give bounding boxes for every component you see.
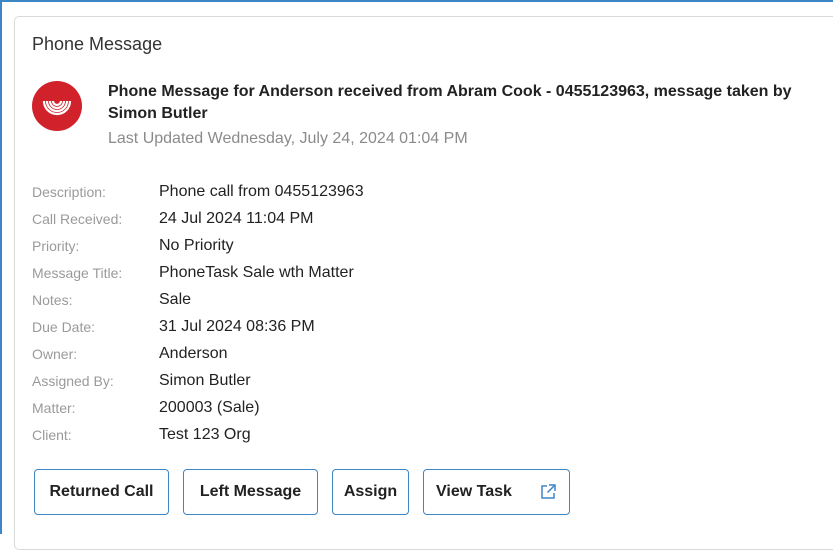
detail-label: Client: [32,426,72,443]
detail-label: Due Date: [32,318,96,335]
detail-row-client: Client: Test 123 Org [32,421,364,448]
detail-row-description: Description: Phone call from 0455123963 [32,178,364,205]
detail-row-notes: Notes: Sale [32,286,364,313]
detail-value: Sale [159,290,192,308]
detail-value: Phone call from 0455123963 [159,182,364,200]
panel-frame: Phone Message Phone Message for Anderson… [0,0,833,550]
detail-value: No Priority [159,236,234,254]
detail-row-matter: Matter: 200003 (Sale) [32,394,364,421]
detail-label: Assigned By: [32,372,114,389]
detail-row-assigned-by: Assigned By: Simon Butler [32,367,364,394]
message-headline: Phone Message for Anderson received from… [108,83,792,122]
view-task-button[interactable]: View Task [423,469,570,515]
detail-label: Call Received: [32,210,123,227]
detail-label: Matter: [32,399,76,416]
action-buttons: Returned Call Left Message Assign View T… [34,469,570,515]
external-link-icon [539,483,557,501]
detail-row-priority: Priority: No Priority [32,232,364,259]
returned-call-button[interactable]: Returned Call [34,469,169,515]
left-message-button[interactable]: Left Message [183,469,318,515]
detail-label: Notes: [32,291,73,308]
detail-label: Owner: [32,345,78,362]
phone-message-card: Phone Message Phone Message for Anderson… [14,16,833,550]
last-updated-text: Last Updated Wednesday, July 24, 2024 01… [108,130,468,147]
card-title: Phone Message [32,34,163,54]
detail-row-call-received: Call Received: 24 Jul 2024 11:04 PM [32,205,364,232]
detail-value: 24 Jul 2024 11:04 PM [159,209,314,227]
detail-row-owner: Owner: Anderson [32,340,364,367]
detail-value: Simon Butler [159,371,251,389]
detail-value: PhoneTask Sale wth Matter [159,263,354,281]
assign-button[interactable]: Assign [332,469,409,515]
detail-value: Test 123 Org [159,425,251,443]
detail-label: Priority: [32,237,80,254]
message-details: Description: Phone call from 0455123963 … [32,178,364,448]
phone-message-logo-icon [32,81,82,131]
detail-value: 31 Jul 2024 08:36 PM [159,317,315,335]
detail-value: 200003 (Sale) [159,398,260,416]
detail-label: Message Title: [32,264,123,281]
detail-label: Description: [32,183,106,200]
detail-row-due-date: Due Date: 31 Jul 2024 08:36 PM [32,313,364,340]
view-task-label: View Task [436,483,512,500]
detail-row-message-title: Message Title: PhoneTask Sale wth Matter [32,259,364,286]
detail-value: Anderson [159,344,228,362]
